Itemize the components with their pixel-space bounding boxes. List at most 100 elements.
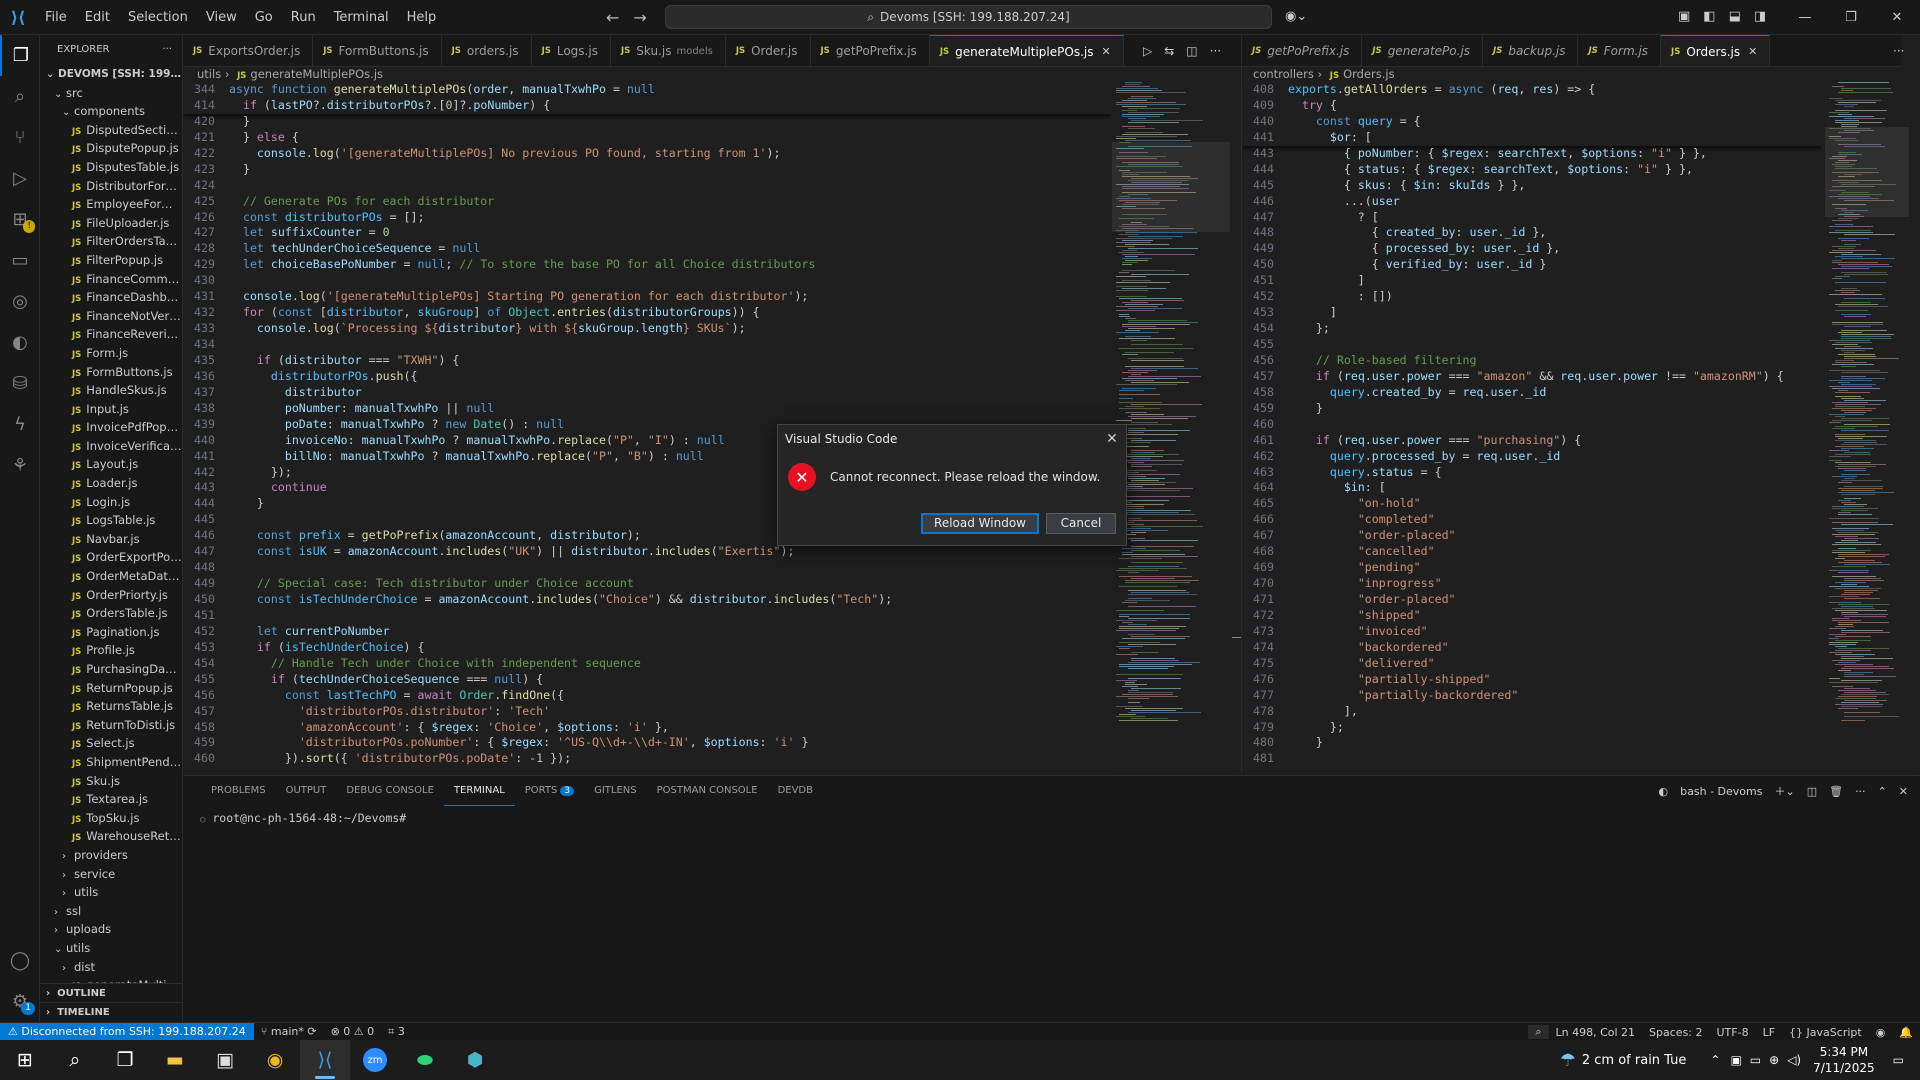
outline-section[interactable]: › OUTLINE — [40, 983, 182, 1002]
code-line[interactable]: 464 $in: [ — [1242, 480, 1822, 496]
code-line[interactable]: 470 "inprogress" — [1242, 576, 1822, 592]
file-item[interactable]: JS Layout.js — [40, 455, 182, 474]
code-line[interactable]: 424 — [183, 178, 1111, 194]
code-line[interactable]: 468 "cancelled" — [1242, 544, 1822, 560]
code-line[interactable]: 448 { created_by: user._id }, — [1242, 225, 1822, 241]
file-item[interactable]: JS OrderMetaDataFiel... — [40, 567, 182, 586]
menu-item-selection[interactable]: Selection — [119, 0, 197, 35]
code-line[interactable]: 428 let techUnderChoiceSequence = null — [183, 241, 1111, 257]
task-view-icon[interactable]: ❐ — [100, 1040, 150, 1080]
file-item[interactable]: JS Login.js — [40, 493, 182, 512]
file-item[interactable]: JS Select.js — [40, 734, 182, 753]
code-line[interactable]: 453 ] — [1242, 305, 1822, 321]
file-item[interactable]: JS FinanceNotVerified... — [40, 307, 182, 326]
code-line[interactable]: 476 "partially-shipped" — [1242, 672, 1822, 688]
code-line[interactable]: 457 if (req.user.power === "amazon" && r… — [1242, 369, 1822, 385]
notification-icon[interactable]: ▭ — [1893, 1053, 1904, 1067]
weather-icon[interactable]: ☂ — [1560, 1050, 1576, 1071]
copilot-icon[interactable]: ◉⌄ — [1285, 9, 1307, 24]
app-icon[interactable]: ⬢ — [450, 1040, 500, 1080]
code-line[interactable]: 421 } else { — [183, 130, 1111, 146]
code-line[interactable]: 455 if (techUnderChoiceSequence === null… — [183, 672, 1111, 688]
file-item[interactable]: JS FilterOrdersTable.js — [40, 232, 182, 251]
file-item[interactable]: JS OrdersTable.js — [40, 604, 182, 623]
breadcrumb-folder[interactable]: controllers — [1253, 67, 1314, 81]
folder-item[interactable]: › service — [40, 865, 182, 884]
timeline-section[interactable]: › TIMELINE — [40, 1002, 182, 1021]
branch-indicator[interactable]: ⑂ main* ⟳ — [254, 1025, 324, 1038]
restore-icon[interactable]: ❐ — [1828, 0, 1874, 35]
code-line[interactable]: 408 exports.getAllOrders = async (req, re… — [1242, 82, 1822, 98]
code-line[interactable]: 481 — [1242, 751, 1822, 767]
code-line[interactable]: 441 $or: [ — [1242, 129, 1822, 146]
split-terminal-icon[interactable]: ◫ — [1807, 785, 1817, 798]
minimize-icon[interactable]: — — [1782, 0, 1828, 35]
file-item[interactable]: JS OrderPriorty.js — [40, 586, 182, 605]
file-item[interactable]: JS InvoiceVerification... — [40, 437, 182, 456]
close-panel-icon[interactable]: ✕ — [1899, 785, 1908, 798]
minimap-left[interactable] — [1112, 82, 1230, 773]
code-line[interactable]: 461 if (req.user.power === "purchasing")… — [1242, 433, 1822, 449]
panel-tab-problems[interactable]: PROBLEMS — [201, 776, 276, 806]
search-view-icon[interactable]: ⌕ — [0, 76, 40, 117]
code-line[interactable]: 477 "partially-backordered" — [1242, 688, 1822, 704]
close-icon[interactable]: ✕ — [1101, 45, 1110, 58]
file-item[interactable]: JS ReturnToDisti.js — [40, 716, 182, 735]
customize-layout-icon[interactable]: ▣ — [1678, 9, 1690, 24]
file-item[interactable]: JS Form.js — [40, 344, 182, 363]
new-terminal-icon[interactable]: ＋⌄ — [1774, 783, 1794, 799]
code-line[interactable]: 458 query.created_by = req.user._id — [1242, 385, 1822, 401]
source-control-icon[interactable]: ⑂ — [0, 117, 40, 158]
code-line[interactable]: 453 if (isTechUnderChoice) { — [183, 640, 1111, 656]
file-item[interactable]: JS TopSku.js — [40, 809, 182, 828]
code-line[interactable]: 471 "order-placed" — [1242, 592, 1822, 608]
code-line[interactable]: 436 distributorPOs.push({ — [183, 369, 1111, 385]
file-item[interactable]: JS DistributorForm.js — [40, 177, 182, 196]
gitlens-icon[interactable]: ◎ — [0, 281, 40, 322]
file-item[interactable]: JS ReturnsTable.js — [40, 697, 182, 716]
code-line[interactable]: 450 const isTechUnderChoice = amazonAcco… — [183, 592, 1111, 608]
thunder-icon[interactable]: ϟ — [0, 404, 40, 445]
code-line[interactable]: 450 { verified_by: user._id } — [1242, 257, 1822, 273]
code-line[interactable]: 463 query.status = { — [1242, 465, 1822, 481]
file-item[interactable]: JS ShipmentPending... — [40, 753, 182, 772]
tab-order-js[interactable]: JS Order.js — [726, 35, 811, 66]
tab-generatepo-js[interactable]: JS generatePo.js — [1362, 35, 1484, 66]
code-line[interactable]: 414 if (lastPO?.distributorPOs?.[0]?.poN… — [183, 97, 1111, 114]
menu-item-view[interactable]: View — [197, 0, 246, 35]
gear-icon[interactable]: ⚙ 1 — [0, 981, 40, 1022]
python-icon[interactable]: ⚘ — [0, 445, 40, 486]
code-line[interactable]: 446 ...(user — [1242, 194, 1822, 210]
code-line[interactable]: 469 "pending" — [1242, 560, 1822, 576]
globe-icon[interactable]: ⊕ — [1769, 1053, 1779, 1067]
back-arrow-icon[interactable]: ← — [606, 8, 619, 27]
command-center[interactable]: ⌕ Devoms [SSH: 199.188.207.24] — [665, 5, 1272, 29]
search-icon[interactable]: ⌕ — [50, 1040, 100, 1080]
file-item[interactable]: JS FinanceComments.js — [40, 270, 182, 289]
code-line[interactable]: 427 let suffixCounter = 0 — [183, 225, 1111, 241]
code-line[interactable]: 344 async function generateMultiplePOs(or… — [183, 82, 1111, 98]
store-icon[interactable]: ▣ — [200, 1040, 250, 1080]
code-line[interactable]: 473 "invoiced" — [1242, 624, 1822, 640]
panel-tab-devdb[interactable]: DEVDB — [768, 776, 823, 806]
run-icon[interactable]: ▷ — [1143, 44, 1152, 58]
explorer-icon[interactable]: ❐ — [0, 35, 40, 76]
code-line[interactable]: 445 { skus: { $in: skuIds } }, — [1242, 178, 1822, 194]
file-item[interactable]: JS FilterPopup.js — [40, 251, 182, 270]
more-icon[interactable]: ··· — [1893, 44, 1904, 58]
terminal-name[interactable]: bash - Devoms — [1680, 785, 1762, 798]
code-line[interactable]: 456 // Role-based filtering — [1242, 353, 1822, 369]
code-line[interactable]: 447 ? [ — [1242, 210, 1822, 226]
code-line[interactable]: 447 const isUK = amazonAccount.includes(… — [183, 544, 1111, 560]
file-item[interactable]: JS DisputesTable.js — [40, 158, 182, 177]
code-line[interactable]: 452 let currentPoNumber — [183, 624, 1111, 640]
chrome-icon[interactable]: ◉ — [250, 1040, 300, 1080]
breadcrumb-file[interactable]: generateMultiplePOs.js — [250, 67, 383, 81]
file-item[interactable]: JS FinanceReverified... — [40, 325, 182, 344]
scroll-thumb[interactable] — [1232, 637, 1241, 638]
code-line[interactable]: 465 "on-hold" — [1242, 496, 1822, 512]
tab-backup-js[interactable]: JS backup.js — [1483, 35, 1579, 66]
file-item[interactable]: JS OrderExportPopup.js — [40, 548, 182, 567]
file-explorer-icon[interactable]: ▬ — [150, 1040, 200, 1080]
tab-orders-js[interactable]: JS Orders.js ✕ — [1661, 35, 1771, 66]
